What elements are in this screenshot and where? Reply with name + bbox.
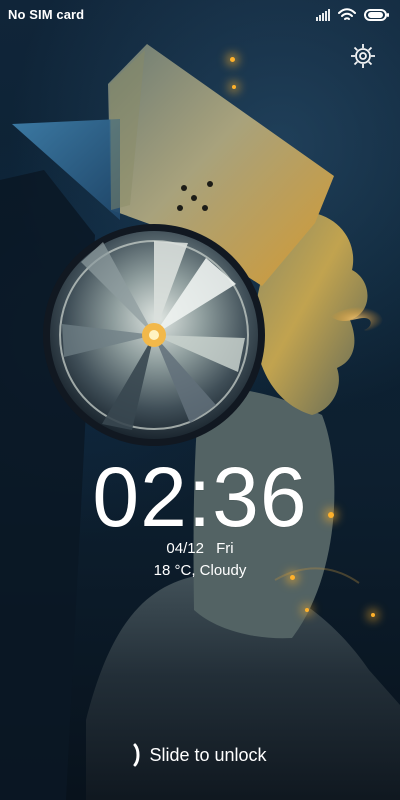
ember-light (371, 613, 375, 617)
slide-to-unlock-control[interactable]: Slide to unlock (0, 743, 400, 767)
lock-screen-settings-button[interactable] (349, 42, 377, 70)
ember-light (232, 85, 236, 89)
lock-screen-date: 04/12 Fri (0, 540, 400, 558)
date-text: 04/12 (166, 540, 204, 557)
signal-bars-icon (316, 9, 330, 21)
status-icons (316, 6, 390, 24)
ember-light (230, 57, 235, 62)
lock-screen: No SIM card 02:36 04/12 Fri 18 °C, Cloud… (0, 0, 400, 800)
status-bar: No SIM card (0, 0, 400, 30)
wallpaper-image (0, 44, 400, 800)
slide-to-unlock-label: Slide to unlock (149, 745, 267, 765)
carrier-status: No SIM card (8, 7, 85, 22)
unlock-arc-icon (133, 743, 140, 767)
gear-icon (351, 44, 375, 68)
weekday-text: Fri (216, 540, 234, 557)
slide-to-unlock-content: Slide to unlock (133, 743, 267, 767)
ember-light (305, 608, 309, 612)
weather-summary: 18 °C, Cloudy (153, 562, 247, 579)
battery-icon (364, 9, 389, 21)
lock-screen-time: 02:36 (92, 450, 308, 544)
wifi-icon (338, 8, 356, 20)
